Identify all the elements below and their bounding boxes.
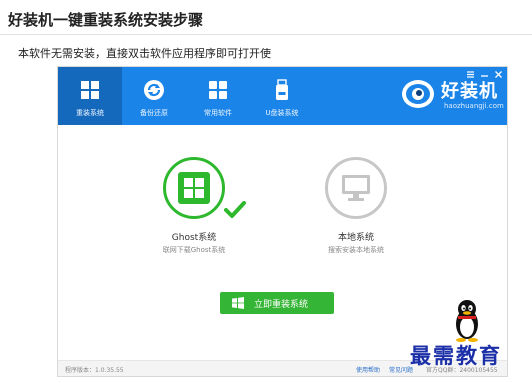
help-link[interactable]: 使用帮助	[356, 365, 380, 374]
title-divider	[0, 34, 532, 35]
nav-item-usb[interactable]: U盘装系统	[250, 67, 314, 125]
version-text: 程序版本：1.0.35.55	[65, 367, 124, 374]
ghost-mode-option[interactable]	[163, 157, 225, 219]
install-now-button[interactable]: 立即重装系统	[220, 292, 334, 314]
monitor-icon	[342, 175, 370, 201]
apps-grid-icon	[209, 81, 227, 99]
intro-text: 本软件无需安装，直接双击软件应用程序即可打开使	[18, 47, 271, 60]
nav-label-reinstall: 重装系统	[76, 109, 104, 117]
ghost-mode-title: Ghost系统	[171, 233, 217, 243]
nav-label-usb: U盘装系统	[265, 109, 299, 117]
qq-penguin-icon	[456, 300, 478, 342]
minimize-icon[interactable]	[480, 70, 489, 82]
local-mode-title: 本地系统	[337, 233, 374, 243]
close-icon[interactable]	[494, 70, 503, 82]
app-header: 重装系统 备份还原 常用软件 U盘装系统 好装机 haozhuangji.com	[58, 67, 507, 125]
usb-icon	[276, 79, 288, 100]
windows-icon	[178, 172, 210, 204]
robot-eye-icon	[402, 80, 434, 108]
install-now-label: 立即重装系统	[254, 300, 309, 310]
checkmark-icon	[224, 201, 246, 218]
nav-item-software[interactable]: 常用软件	[186, 67, 250, 125]
app-window: 重装系统 备份还原 常用软件 U盘装系统 好装机 haozhuangji.com…	[57, 66, 508, 377]
windows-icon	[232, 297, 244, 309]
page-title: 好装机一键重装系统安装步骤	[8, 11, 204, 29]
brand-url: haozhuangji.com	[444, 102, 504, 110]
settings-icon[interactable]	[466, 70, 475, 82]
watermark-text: 最需教育	[410, 343, 502, 368]
nav-label-software: 常用软件	[204, 109, 232, 117]
ghost-mode-subtitle: 联网下载Ghost系统	[162, 246, 226, 254]
nav-item-backup[interactable]: 备份还原	[122, 67, 186, 125]
windows-icon	[81, 81, 99, 99]
nav-item-reinstall[interactable]: 重装系统	[58, 67, 122, 125]
local-mode-subtitle: 搜索安装本地系统	[328, 246, 384, 254]
nav-label-backup: 备份还原	[140, 109, 168, 117]
local-mode-option[interactable]	[325, 157, 387, 219]
refresh-icon	[144, 80, 164, 100]
